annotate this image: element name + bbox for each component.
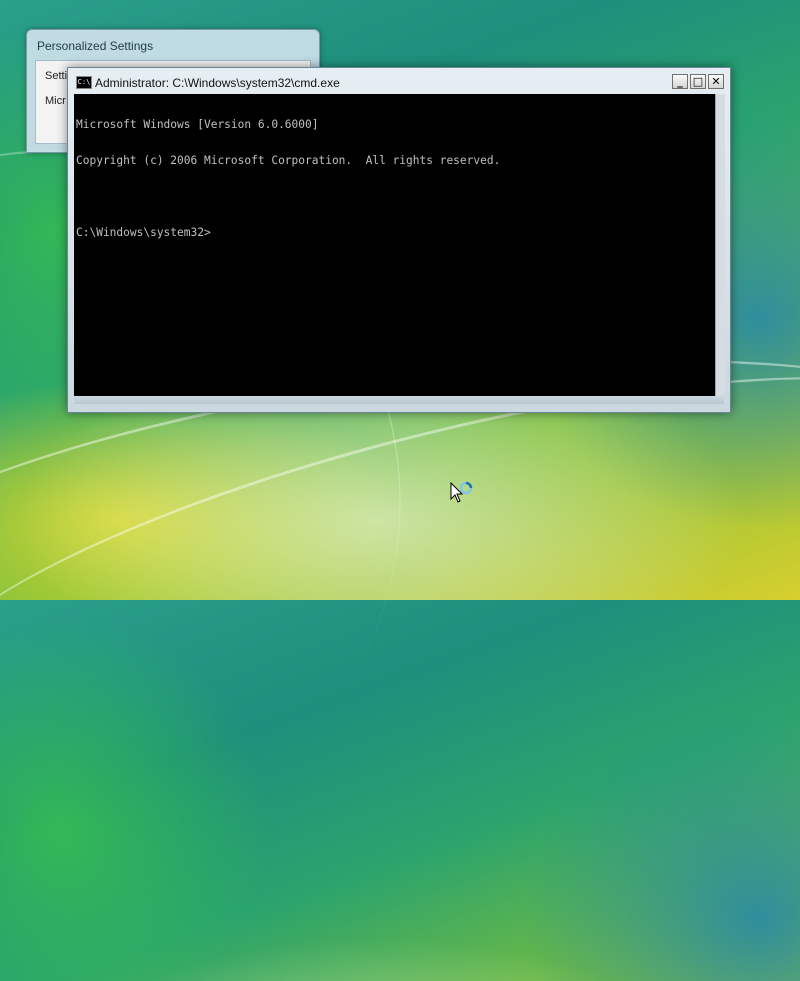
cmd-icon[interactable]: C:\: [76, 76, 92, 89]
cmd-window[interactable]: C:\ Administrator: C:\Windows\system32\c…: [67, 67, 731, 413]
settings-line-1: Setti: [45, 70, 68, 82]
cmd-titlebar[interactable]: C:\ Administrator: C:\Windows\system32\c…: [72, 72, 726, 92]
console-line: Microsoft Windows [Version 6.0.6000]: [76, 118, 319, 131]
window-bottom-border: [74, 396, 724, 404]
busy-arrow-icon: [450, 482, 473, 503]
close-button[interactable]: ✕: [708, 74, 724, 89]
console-line: Copyright (c) 2006 Microsoft Corporation…: [76, 154, 501, 167]
vertical-scrollbar[interactable]: [715, 94, 725, 396]
cmd-window-title: Administrator: C:\Windows\system32\cmd.e…: [95, 76, 340, 90]
maximize-button[interactable]: □: [690, 74, 706, 89]
minimize-button[interactable]: _: [672, 74, 688, 89]
settings-line-2: Micr: [45, 95, 66, 107]
personalized-settings-title: Personalized Settings: [37, 39, 154, 53]
console-prompt: C:\Windows\system32>: [76, 226, 211, 239]
console-output[interactable]: Microsoft Windows [Version 6.0.6000] Cop…: [74, 94, 715, 396]
